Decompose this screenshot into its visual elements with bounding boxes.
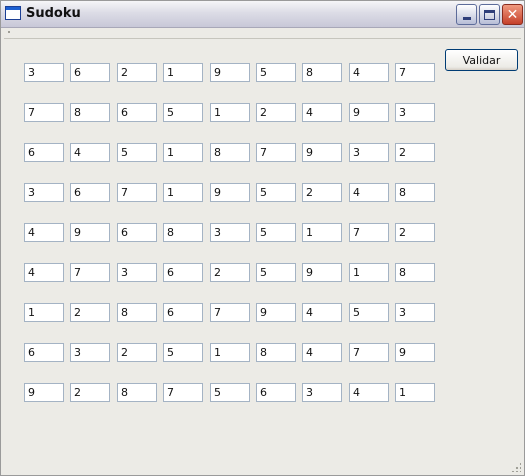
sudoku-cell-r1c3[interactable]: 2 xyxy=(117,63,157,82)
maximize-icon xyxy=(484,9,495,20)
sudoku-cell-r3c9[interactable]: 2 xyxy=(395,143,435,162)
sudoku-cell-r3c3[interactable]: 5 xyxy=(117,143,157,162)
sudoku-cell-r8c1[interactable]: 6 xyxy=(24,343,64,362)
sudoku-cell-r3c8[interactable]: 3 xyxy=(349,143,389,162)
sudoku-cell-r6c5[interactable]: 2 xyxy=(210,263,250,282)
sudoku-cell-r7c8[interactable]: 5 xyxy=(349,303,389,322)
sudoku-cell-r5c1[interactable]: 4 xyxy=(24,223,64,242)
sudoku-cell-r6c6[interactable]: 5 xyxy=(256,263,296,282)
sudoku-cell-r7c1[interactable]: 1 xyxy=(24,303,64,322)
sudoku-cell-r5c8[interactable]: 7 xyxy=(349,223,389,242)
sudoku-cell-r1c4[interactable]: 1 xyxy=(163,63,203,82)
sudoku-cell-r4c6[interactable]: 5 xyxy=(256,183,296,202)
sudoku-cell-r3c6[interactable]: 7 xyxy=(256,143,296,162)
sudoku-cell-r5c5[interactable]: 3 xyxy=(210,223,250,242)
sudoku-cell-r1c1[interactable]: 3 xyxy=(24,63,64,82)
sudoku-cell-r1c2[interactable]: 6 xyxy=(70,63,110,82)
sudoku-cell-r9c5[interactable]: 5 xyxy=(210,383,250,402)
sudoku-cell-r5c2[interactable]: 9 xyxy=(70,223,110,242)
app-window: Sudoku ✕ 3621958477865124936451879323671… xyxy=(0,0,525,476)
sudoku-cell-r5c9[interactable]: 2 xyxy=(395,223,435,242)
sudoku-cell-r2c8[interactable]: 9 xyxy=(349,103,389,122)
toolbar-grip-icon xyxy=(8,31,10,33)
sudoku-cell-r9c3[interactable]: 8 xyxy=(117,383,157,402)
sudoku-cell-r8c3[interactable]: 2 xyxy=(117,343,157,362)
window-title: Sudoku xyxy=(26,6,81,21)
sudoku-cell-r5c6[interactable]: 5 xyxy=(256,223,296,242)
sudoku-cell-r4c5[interactable]: 9 xyxy=(210,183,250,202)
sudoku-cell-r4c9[interactable]: 8 xyxy=(395,183,435,202)
sudoku-cell-r8c6[interactable]: 8 xyxy=(256,343,296,362)
sudoku-cell-r2c4[interactable]: 5 xyxy=(163,103,203,122)
sudoku-cell-r6c7[interactable]: 9 xyxy=(302,263,342,282)
resize-grip-icon[interactable] xyxy=(511,462,521,472)
sudoku-cell-r9c4[interactable]: 7 xyxy=(163,383,203,402)
sudoku-cell-r1c5[interactable]: 9 xyxy=(210,63,250,82)
sudoku-cell-r7c4[interactable]: 6 xyxy=(163,303,203,322)
sudoku-cell-r3c4[interactable]: 1 xyxy=(163,143,203,162)
sudoku-cell-r9c1[interactable]: 9 xyxy=(24,383,64,402)
sudoku-cell-r7c5[interactable]: 7 xyxy=(210,303,250,322)
sudoku-cell-r7c3[interactable]: 8 xyxy=(117,303,157,322)
close-button[interactable]: ✕ xyxy=(502,4,523,25)
sudoku-cell-r4c4[interactable]: 1 xyxy=(163,183,203,202)
sudoku-cell-r9c8[interactable]: 4 xyxy=(349,383,389,402)
validate-button[interactable]: Validar xyxy=(445,49,518,71)
sudoku-cell-r6c4[interactable]: 6 xyxy=(163,263,203,282)
sudoku-cell-r8c4[interactable]: 5 xyxy=(163,343,203,362)
sudoku-cell-r7c9[interactable]: 3 xyxy=(395,303,435,322)
sudoku-cell-r6c9[interactable]: 8 xyxy=(395,263,435,282)
sudoku-cell-r6c8[interactable]: 1 xyxy=(349,263,389,282)
sudoku-cell-r2c5[interactable]: 1 xyxy=(210,103,250,122)
sudoku-cell-r4c3[interactable]: 7 xyxy=(117,183,157,202)
sudoku-cell-r2c9[interactable]: 3 xyxy=(395,103,435,122)
sudoku-cell-r4c7[interactable]: 2 xyxy=(302,183,342,202)
maximize-button[interactable] xyxy=(479,4,500,25)
sudoku-cell-r9c6[interactable]: 6 xyxy=(256,383,296,402)
sudoku-cell-r1c8[interactable]: 4 xyxy=(349,63,389,82)
menu-bar xyxy=(4,28,521,39)
sudoku-cell-r8c8[interactable]: 7 xyxy=(349,343,389,362)
sudoku-cell-r4c1[interactable]: 3 xyxy=(24,183,64,202)
window-icon xyxy=(5,6,21,20)
sudoku-cell-r1c9[interactable]: 7 xyxy=(395,63,435,82)
sudoku-cell-r3c5[interactable]: 8 xyxy=(210,143,250,162)
minimize-button[interactable] xyxy=(456,4,477,25)
sudoku-cell-r3c2[interactable]: 4 xyxy=(70,143,110,162)
sudoku-cell-r3c1[interactable]: 6 xyxy=(24,143,64,162)
sudoku-cell-r6c3[interactable]: 3 xyxy=(117,263,157,282)
sudoku-cell-r5c3[interactable]: 6 xyxy=(117,223,157,242)
sudoku-cell-r4c8[interactable]: 4 xyxy=(349,183,389,202)
title-bar[interactable]: Sudoku ✕ xyxy=(1,1,524,28)
sudoku-cell-r8c2[interactable]: 3 xyxy=(70,343,110,362)
sudoku-cell-r2c3[interactable]: 6 xyxy=(117,103,157,122)
sudoku-cell-r8c7[interactable]: 4 xyxy=(302,343,342,362)
sudoku-cell-r8c5[interactable]: 1 xyxy=(210,343,250,362)
sudoku-cell-r2c7[interactable]: 4 xyxy=(302,103,342,122)
sudoku-cell-r9c7[interactable]: 3 xyxy=(302,383,342,402)
sudoku-cell-r6c1[interactable]: 4 xyxy=(24,263,64,282)
sudoku-cell-r7c2[interactable]: 2 xyxy=(70,303,110,322)
minimize-icon xyxy=(462,17,471,20)
sudoku-cell-r6c2[interactable]: 7 xyxy=(70,263,110,282)
sudoku-cell-r5c4[interactable]: 8 xyxy=(163,223,203,242)
sudoku-cell-r8c9[interactable]: 9 xyxy=(395,343,435,362)
sudoku-cell-r4c2[interactable]: 6 xyxy=(70,183,110,202)
sudoku-cell-r2c2[interactable]: 8 xyxy=(70,103,110,122)
sudoku-cell-r9c2[interactable]: 2 xyxy=(70,383,110,402)
sudoku-cell-r1c7[interactable]: 8 xyxy=(302,63,342,82)
sudoku-cell-r1c6[interactable]: 5 xyxy=(256,63,296,82)
sudoku-cell-r2c1[interactable]: 7 xyxy=(24,103,64,122)
sudoku-cell-r3c7[interactable]: 9 xyxy=(302,143,342,162)
sudoku-cell-r9c9[interactable]: 1 xyxy=(395,383,435,402)
sudoku-cell-r7c6[interactable]: 9 xyxy=(256,303,296,322)
sudoku-cell-r5c7[interactable]: 1 xyxy=(302,223,342,242)
sudoku-cell-r7c7[interactable]: 4 xyxy=(302,303,342,322)
close-icon: ✕ xyxy=(506,6,519,23)
sudoku-cell-r2c6[interactable]: 2 xyxy=(256,103,296,122)
